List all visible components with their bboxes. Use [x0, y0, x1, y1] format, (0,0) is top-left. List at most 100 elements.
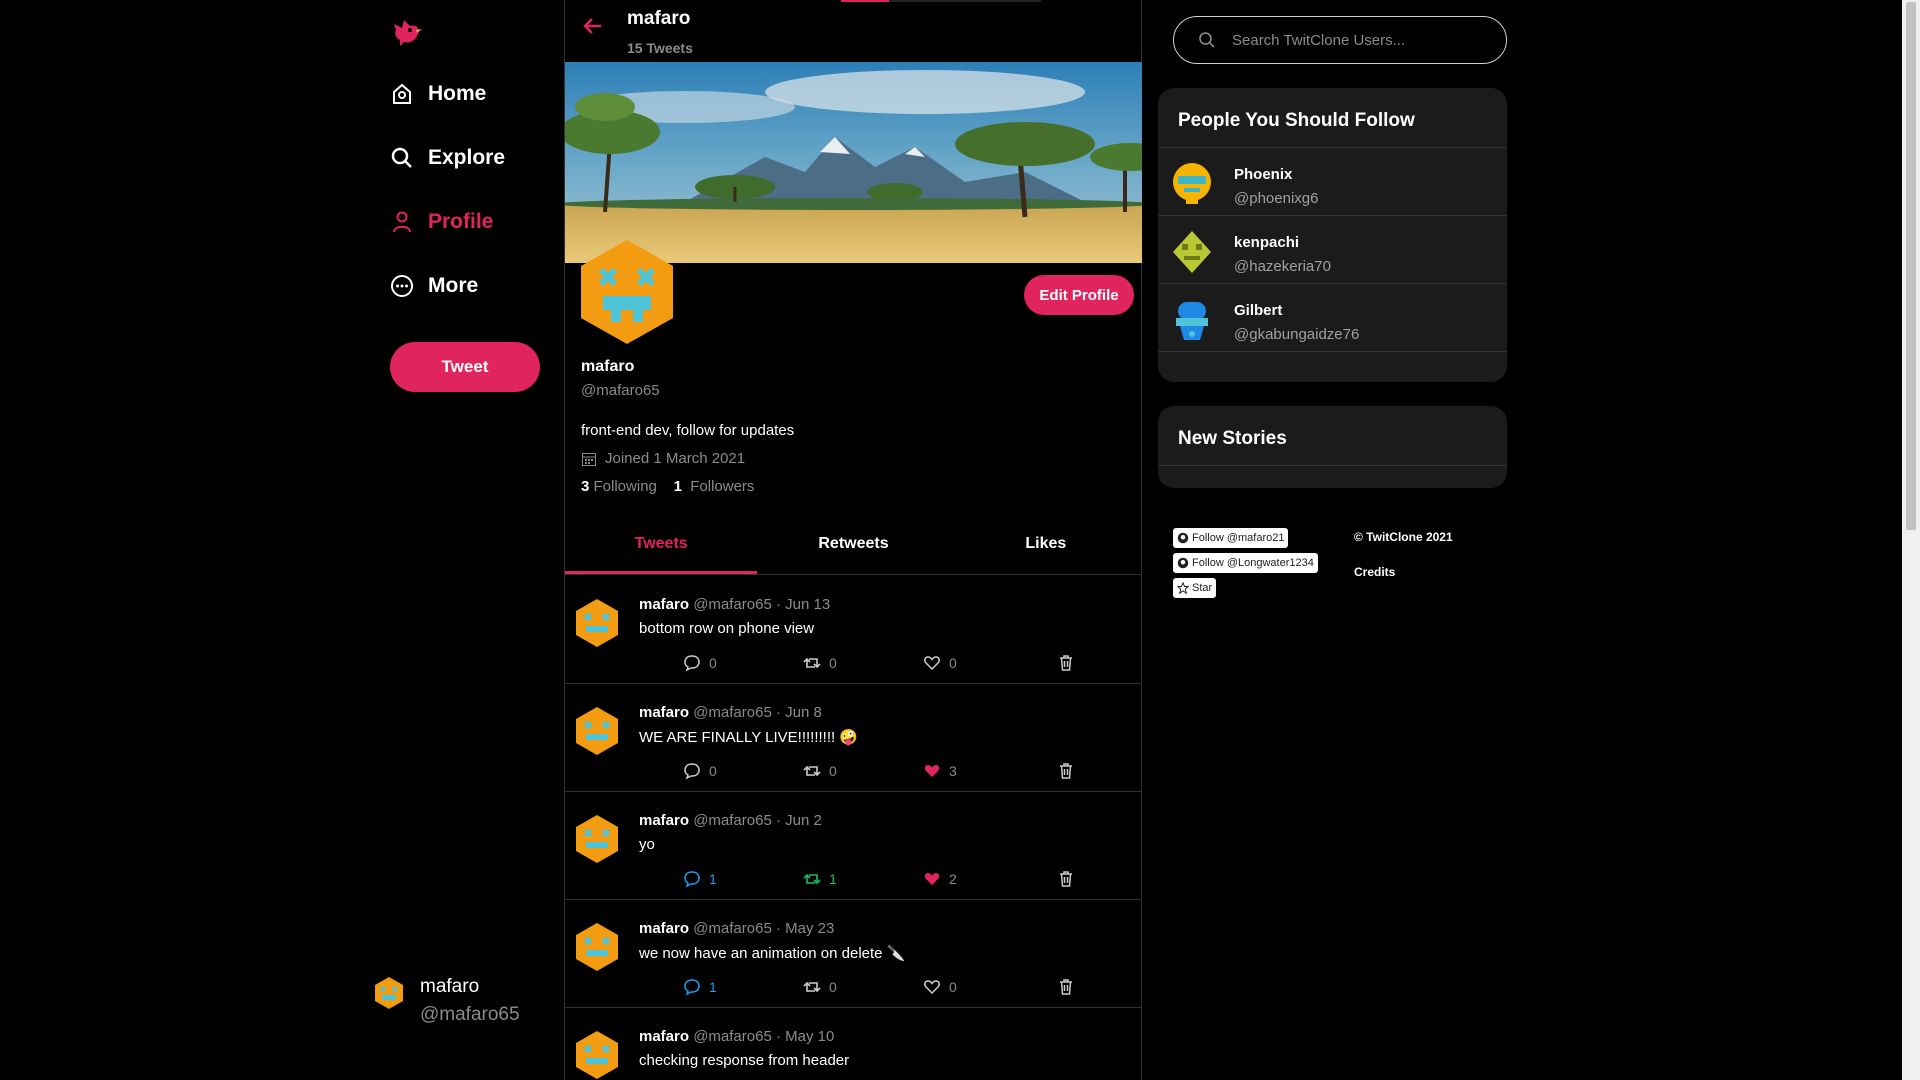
suggestion-avatar — [1173, 163, 1211, 204]
profile-handle: @mafaro65 — [581, 382, 660, 399]
github-follow-button[interactable]: Follow @mafaro21 — [1173, 528, 1289, 548]
suggestion-name: Gilbert — [1234, 302, 1283, 319]
like-button[interactable]: 0 — [923, 654, 957, 672]
like-button[interactable]: 2 — [923, 870, 957, 888]
retweet-icon — [803, 981, 821, 993]
heart-filled-icon — [924, 872, 940, 885]
nav-profile-label: Profile — [428, 210, 494, 233]
tab-tweets[interactable]: Tweets — [565, 520, 758, 574]
delete-button[interactable] — [1057, 762, 1075, 780]
user-icon — [393, 211, 411, 233]
tweet-author[interactable]: mafaro — [639, 596, 689, 613]
reply-count: 1 — [709, 871, 717, 887]
credits-link[interactable]: Credits — [1354, 565, 1395, 579]
tweet-avatar[interactable] — [575, 922, 619, 972]
new-stories-card: New Stories — [1158, 406, 1507, 488]
reply-icon — [684, 655, 700, 672]
github-star-button[interactable]: Star — [1173, 578, 1217, 598]
suggestion-handle: @hazekeria70 — [1234, 258, 1331, 275]
user-avatar — [375, 977, 403, 1009]
trash-icon — [1060, 871, 1072, 887]
tweet-author[interactable]: mafaro — [639, 812, 689, 829]
suggestion-avatar — [1173, 231, 1211, 273]
nav-explore-label: Explore — [428, 146, 506, 169]
profile-bio: front-end dev, follow for updates — [581, 422, 795, 439]
tweet-text: we now have an animation on delete 🔪 — [639, 945, 906, 962]
back-arrow-icon[interactable] — [581, 14, 605, 38]
retweet-button[interactable]: 0 — [803, 762, 837, 780]
reply-button[interactable]: 0 — [683, 762, 717, 780]
retweet-icon — [803, 873, 821, 885]
nav-home[interactable]: Home — [390, 82, 486, 106]
search-box[interactable] — [1173, 16, 1507, 64]
tweet-avatar[interactable] — [575, 598, 619, 648]
calendar-icon — [582, 452, 596, 466]
current-user-card[interactable]: mafaro @mafaro65 — [374, 976, 520, 1026]
retweet-icon — [803, 657, 821, 669]
retweet-button[interactable]: 0 — [803, 654, 837, 672]
reply-button[interactable]: 1 — [683, 870, 717, 888]
tweet-avatar[interactable] — [575, 706, 619, 756]
heart-filled-icon — [924, 764, 940, 777]
following-link[interactable]: 3 Following — [581, 478, 657, 495]
who-to-follow-card: People You Should Follow Phoenix @phoeni… — [1158, 88, 1507, 382]
tweet-item[interactable]: mafaro @mafaro65 · Jun 8 WE ARE FINALLY … — [565, 684, 1142, 792]
profile-joined-text: Joined 1 March 2021 — [605, 450, 746, 467]
search-input[interactable] — [1232, 31, 1492, 49]
page-scrollbar[interactable] — [1902, 0, 1920, 1080]
retweet-button[interactable]: 0 — [803, 978, 837, 996]
nav-more[interactable]: More — [390, 274, 478, 298]
header-name: mafaro — [627, 8, 691, 29]
scrollbar-thumb[interactable] — [1906, 2, 1916, 530]
current-user-handle: @mafaro65 — [420, 1004, 520, 1025]
delete-button[interactable] — [1057, 870, 1075, 888]
nav-explore[interactable]: Explore — [390, 146, 505, 170]
like-count: 0 — [949, 979, 957, 995]
github-icon — [1177, 532, 1189, 544]
followers-count: 1 — [673, 478, 682, 495]
followers-link[interactable]: 1 Followers — [674, 478, 755, 495]
reply-button[interactable]: 1 — [683, 978, 717, 996]
delete-button[interactable] — [1057, 654, 1075, 672]
tweet-button[interactable]: Tweet — [390, 342, 540, 392]
profile-banner — [565, 62, 1142, 263]
tweet-meta: mafaro @mafaro65 · Jun 2 — [639, 812, 822, 829]
reply-count: 1 — [709, 979, 717, 995]
tweet-text: WE ARE FINALLY LIVE!!!!!!!!! 🤪 — [639, 729, 859, 746]
tweet-item[interactable]: mafaro @mafaro65 · Jun 2 yo 1 1 2 — [565, 792, 1142, 900]
bird-logo-icon[interactable] — [388, 14, 424, 50]
heart-icon — [924, 980, 940, 995]
header-tweet-count: 15 Tweets — [627, 40, 693, 56]
tweet-avatar[interactable] — [575, 814, 619, 864]
tweet-author[interactable]: mafaro — [639, 704, 689, 721]
profile-avatar[interactable] — [579, 238, 675, 346]
tweet-item[interactable]: mafaro @mafaro65 · May 23 we now have an… — [565, 900, 1142, 1008]
retweet-count: 0 — [829, 979, 837, 995]
edit-profile-button[interactable]: Edit Profile — [1024, 275, 1134, 315]
follow-suggestion[interactable]: kenpachi @hazekeria70 — [1158, 216, 1507, 284]
follow-suggestion[interactable]: Phoenix @phoenixg6 — [1158, 148, 1507, 216]
tweet-author[interactable]: mafaro — [639, 920, 689, 937]
tab-retweets[interactable]: Retweets — [757, 520, 949, 574]
reply-button[interactable]: 0 — [683, 654, 717, 672]
tweet-item[interactable]: mafaro @mafaro65 · May 10 checking respo… — [565, 1008, 1142, 1080]
tab-likes[interactable]: Likes — [950, 520, 1142, 574]
suggestion-handle: @phoenixg6 — [1234, 190, 1319, 207]
tweet-meta: mafaro @mafaro65 · May 23 — [639, 920, 835, 937]
tweet-handle: @mafaro65 — [693, 920, 772, 937]
nav-profile[interactable]: Profile — [390, 210, 493, 234]
delete-button[interactable] — [1057, 978, 1075, 996]
nav-home-label: Home — [428, 82, 487, 105]
github-follow-button[interactable]: Follow @Longwater1234 — [1173, 553, 1318, 573]
like-button[interactable]: 3 — [923, 762, 957, 780]
like-button[interactable]: 0 — [923, 978, 957, 996]
tweet-author[interactable]: mafaro — [639, 1028, 689, 1045]
tweet-avatar[interactable] — [575, 1030, 619, 1080]
follow-suggestion[interactable]: Gilbert @gkabungaidze76 — [1158, 284, 1507, 352]
search-icon — [1199, 32, 1215, 48]
tweet-item[interactable]: mafaro @mafaro65 · Jun 13 bottom row on … — [565, 576, 1142, 684]
retweet-button[interactable]: 1 — [803, 870, 837, 888]
right-sidebar: People You Should Follow Phoenix @phoeni… — [1142, 0, 1920, 1080]
left-sidebar: Home Explore Profile More Tweet mafaro @… — [375, 0, 564, 1080]
profile-header-bar: mafaro 15 Tweets — [565, 0, 1142, 62]
